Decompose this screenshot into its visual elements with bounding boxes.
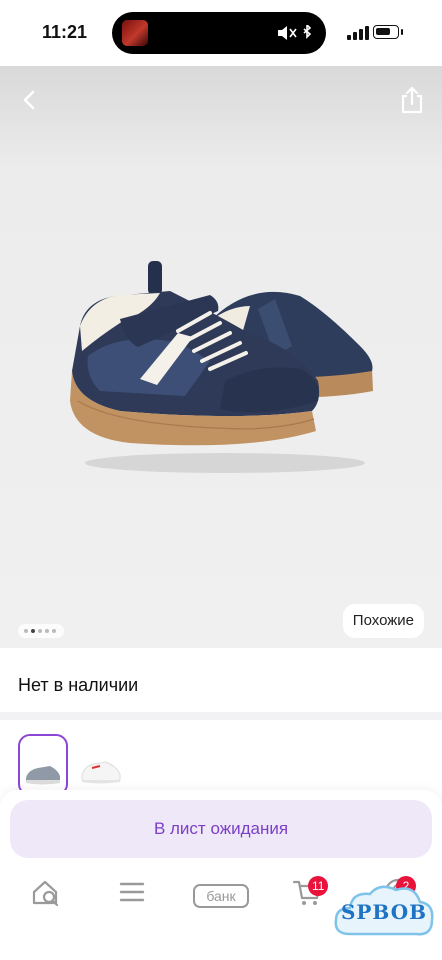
dynamic-island[interactable] bbox=[112, 12, 326, 54]
battery-icon bbox=[373, 25, 399, 39]
variant-thumbnail-selected[interactable] bbox=[18, 734, 68, 796]
chevron-left-icon bbox=[23, 90, 35, 110]
product-image-sneaker bbox=[70, 261, 373, 473]
similar-products-button[interactable]: Похожие bbox=[342, 604, 424, 638]
mute-bluetooth-icon bbox=[278, 23, 312, 40]
watermark-text: SPBOB bbox=[340, 900, 428, 924]
section-divider bbox=[0, 712, 442, 720]
share-button[interactable] bbox=[398, 84, 426, 116]
share-icon bbox=[401, 86, 423, 114]
status-bar: 11:21 bbox=[0, 0, 442, 66]
back-button[interactable] bbox=[14, 84, 46, 116]
gallery-pagination bbox=[18, 624, 64, 638]
product-gallery[interactable]: Похожие bbox=[0, 66, 442, 648]
tab-home[interactable] bbox=[26, 872, 66, 912]
add-to-waitlist-button[interactable]: В лист ожидания bbox=[10, 800, 432, 858]
availability-status: Нет в наличии bbox=[18, 675, 139, 695]
variant-sneaker-grey-image bbox=[26, 766, 60, 785]
battery-tip bbox=[401, 29, 403, 35]
watermark-logo: SPBOB bbox=[330, 878, 438, 950]
availability-card: Нет в наличии bbox=[0, 656, 442, 712]
tab-bank[interactable]: банк bbox=[193, 884, 249, 908]
home-search-icon bbox=[32, 880, 59, 907]
variant-thumbnail[interactable] bbox=[78, 738, 124, 792]
island-indicators bbox=[276, 23, 316, 44]
tab-catalog[interactable] bbox=[112, 872, 152, 912]
variant-sneaker-white-image bbox=[81, 761, 121, 784]
cellular-signal-icon bbox=[347, 26, 369, 40]
menu-icon bbox=[119, 882, 145, 902]
status-time: 11:21 bbox=[42, 22, 88, 42]
variant-selector bbox=[0, 720, 442, 800]
now-playing-artwork bbox=[122, 20, 148, 46]
